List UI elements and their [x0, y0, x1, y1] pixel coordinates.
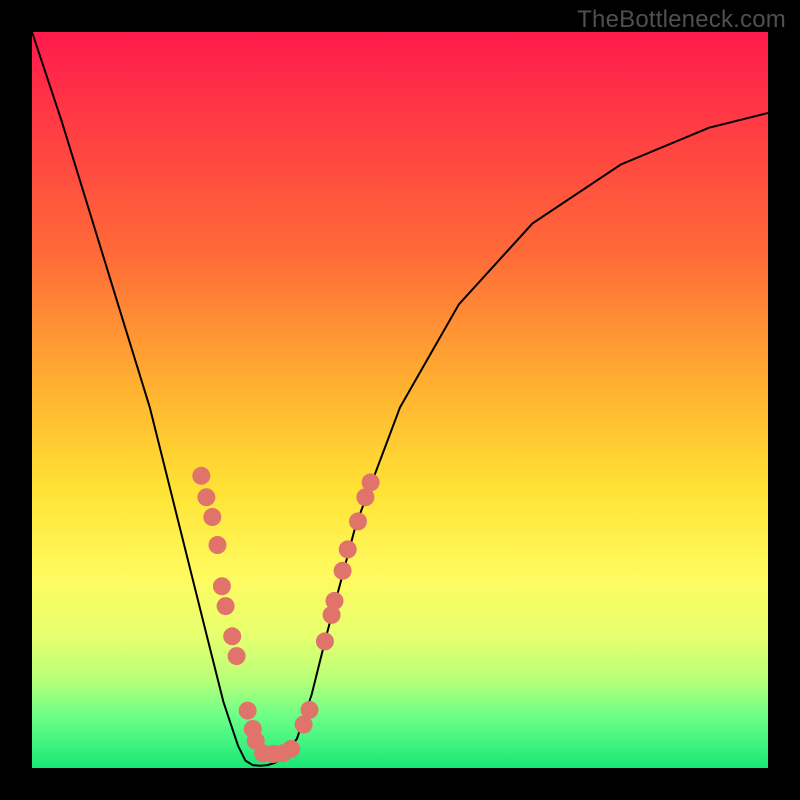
chart-frame: TheBottleneck.com	[0, 0, 800, 800]
data-marker	[362, 473, 380, 491]
data-marker	[217, 597, 235, 615]
data-marker	[209, 536, 227, 554]
data-marker	[203, 508, 221, 526]
data-marker	[323, 606, 341, 624]
data-marker	[197, 488, 215, 506]
data-marker	[349, 512, 367, 530]
attribution-text: TheBottleneck.com	[577, 6, 786, 34]
data-marker	[223, 627, 241, 645]
bottleneck-curve	[32, 32, 768, 766]
data-marker	[339, 540, 357, 558]
data-marker	[239, 702, 257, 720]
data-marker	[295, 716, 313, 734]
data-marker	[356, 488, 374, 506]
data-marker	[244, 720, 262, 738]
markers-group	[192, 467, 379, 763]
plot-area	[32, 32, 768, 768]
data-marker	[192, 467, 210, 485]
data-marker	[228, 647, 246, 665]
data-marker	[254, 744, 272, 762]
data-marker	[247, 732, 265, 750]
data-marker	[213, 577, 231, 595]
data-marker	[282, 740, 300, 758]
data-marker	[334, 562, 352, 580]
data-marker	[316, 632, 334, 650]
data-marker	[326, 592, 344, 610]
data-marker	[301, 701, 319, 719]
chart-svg	[32, 32, 768, 768]
data-marker	[264, 745, 282, 763]
data-marker	[274, 744, 292, 762]
